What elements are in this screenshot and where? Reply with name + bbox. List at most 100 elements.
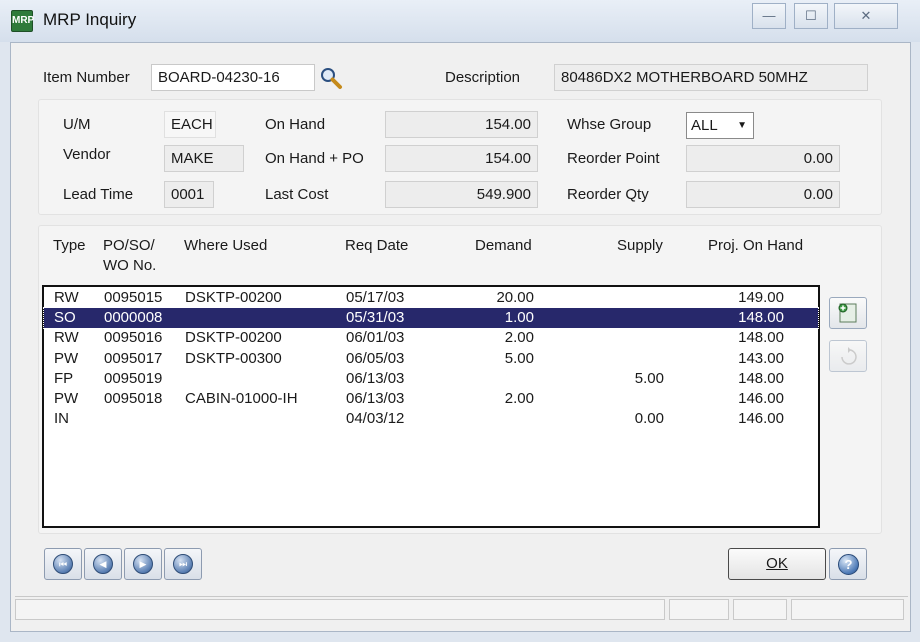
maximize-button[interactable]: ☐ (794, 3, 828, 29)
cell-order-number: 0095017 (104, 349, 163, 367)
mrp-grid[interactable]: RW 0095015 DSKTP-00200 05/17/03 20.00 149.00 S… (42, 285, 820, 528)
cell-supply: 5.00 (634, 369, 664, 387)
item-number-label: Item Number (43, 69, 130, 86)
cell-req-date: 06/05/03 (346, 349, 405, 367)
cell-proj-on-hand: 149.00 (738, 289, 784, 306)
col-header-supply: Supply (617, 237, 663, 254)
table-row[interactable]: RW 0095016 DSKTP-00200 06/01/03 2.00 148.00 (44, 328, 818, 348)
col-header-order-line1: PO/SO/ (103, 237, 155, 254)
cell-type: IN (54, 410, 69, 428)
description-field: 80486DX2 MOTHERBOARD 50MHZ (554, 64, 868, 91)
reorder-qty-label: Reorder Qty (567, 186, 649, 203)
cell-proj-on-hand: 148.00 (738, 309, 784, 327)
table-row[interactable]: SO 0000008 05/31/03 1.00 148.00 (43, 307, 819, 330)
first-icon: ⏮ (53, 554, 73, 574)
help-icon: ? (838, 554, 859, 575)
window-title: MRP Inquiry (43, 10, 137, 29)
last-record-button[interactable]: ⏭ (164, 548, 202, 580)
cell-order-number: 0095015 (104, 289, 163, 306)
previous-icon: ◀ (93, 554, 113, 574)
cell-where-used: DSKTP-00200 (185, 289, 282, 306)
on-hand-po-label: On Hand + PO (265, 150, 364, 167)
minimize-button[interactable]: — (752, 3, 786, 29)
last-cost-label: Last Cost (265, 186, 329, 203)
refresh-button[interactable] (829, 340, 867, 372)
lead-time-label: Lead Time (63, 186, 134, 203)
um-field: EACH (164, 111, 216, 138)
table-row[interactable]: PW 0095018 CABIN-01000-IH 06/13/03 2.00 146.0… (44, 389, 818, 409)
first-record-button[interactable]: ⏮ (44, 548, 82, 580)
cell-where-used: CABIN-01000-IH (185, 390, 298, 407)
col-header-type: Type (53, 237, 86, 254)
col-header-req-date: Req Date (345, 237, 409, 254)
cell-type: RW (54, 289, 79, 306)
previous-record-button[interactable]: ◀ (84, 548, 122, 580)
cell-type: PW (54, 349, 79, 367)
on-hand-field: 154.00 (385, 111, 538, 138)
item-number-field[interactable]: BOARD-04230-16 (151, 64, 315, 91)
on-hand-po-field: 154.00 (385, 145, 538, 172)
whse-group-select[interactable]: ALL ▼ (686, 112, 754, 139)
cell-where-used: DSKTP-00300 (185, 349, 282, 367)
col-header-order-line2: WO No. (103, 257, 157, 274)
reorder-point-field: 0.00 (686, 145, 840, 172)
cell-type: PW (54, 390, 79, 407)
cell-demand: 1.00 (504, 309, 534, 327)
cell-req-date: 06/01/03 (346, 329, 405, 347)
vendor-field: MAKE (164, 145, 244, 172)
cell-proj-on-hand: 148.00 (738, 329, 784, 347)
cell-demand: 2.00 (504, 329, 534, 347)
cell-where-used: DSKTP-00200 (185, 329, 282, 347)
cell-order-number: 0000008 (104, 309, 163, 327)
col-header-demand: Demand (475, 237, 532, 254)
whse-group-label: Whse Group (567, 116, 652, 133)
table-row[interactable]: IN 04/03/12 0.00 146.00 (44, 409, 818, 429)
drilldown-icon (838, 303, 857, 323)
um-label: U/M (63, 116, 91, 133)
table-row[interactable]: FP 0095019 06/13/03 5.00 148.00 (44, 369, 818, 389)
reorder-point-label: Reorder Point (567, 150, 660, 167)
mrp-app-icon: MRP (11, 10, 34, 32)
ok-button[interactable]: OK (728, 548, 826, 580)
cell-demand: 2.00 (504, 390, 534, 407)
cell-order-number: 0095019 (104, 369, 163, 387)
next-record-button[interactable]: ▶ (124, 548, 162, 580)
close-button[interactable]: ✕ (834, 3, 898, 29)
whse-group-value: ALL (691, 117, 718, 134)
cell-proj-on-hand: 148.00 (738, 369, 784, 387)
drilldown-button[interactable] (829, 297, 867, 329)
chevron-down-icon: ▼ (737, 120, 747, 131)
ok-label: OK (766, 555, 788, 572)
cell-type: FP (54, 369, 74, 387)
table-row[interactable]: RW 0095015 DSKTP-00200 05/17/03 20.00 149.00 (44, 288, 818, 308)
cell-proj-on-hand: 143.00 (738, 349, 784, 367)
status-segment-main (15, 599, 665, 620)
on-hand-label: On Hand (265, 116, 326, 133)
next-icon: ▶ (133, 554, 153, 574)
col-header-where-used: Where Used (184, 237, 268, 254)
col-header-proj-on-hand: Proj. On Hand (708, 237, 804, 254)
status-bar (15, 596, 908, 621)
table-row[interactable]: PW 0095017 DSKTP-00300 06/05/03 5.00 143.00 (44, 349, 818, 369)
cell-req-date: 04/03/12 (346, 410, 405, 428)
status-segment-2 (669, 599, 729, 620)
cell-type: RW (54, 329, 79, 347)
cell-supply: 0.00 (634, 410, 664, 428)
cell-demand: 5.00 (504, 349, 534, 367)
cell-order-number: 0095018 (104, 390, 163, 407)
cell-req-date: 05/17/03 (346, 289, 405, 306)
cell-req-date: 06/13/03 (346, 390, 405, 407)
title-bar: MRP MRP Inquiry — ☐ ✕ (0, 0, 920, 42)
help-button[interactable]: ? (829, 548, 867, 580)
cell-req-date: 06/13/03 (346, 369, 405, 387)
lead-time-field: 0001 (164, 181, 214, 208)
cell-order-number: 0095016 (104, 329, 163, 347)
dialog-body: Item Number BOARD-04230-16 Description 8… (10, 42, 911, 632)
refresh-icon (841, 347, 857, 365)
last-cost-field: 549.900 (385, 181, 538, 208)
cell-req-date: 05/31/03 (346, 309, 405, 327)
last-icon: ⏭ (173, 554, 193, 574)
status-segment-4 (791, 599, 904, 620)
search-icon[interactable] (319, 66, 343, 90)
cell-proj-on-hand: 146.00 (738, 410, 784, 428)
